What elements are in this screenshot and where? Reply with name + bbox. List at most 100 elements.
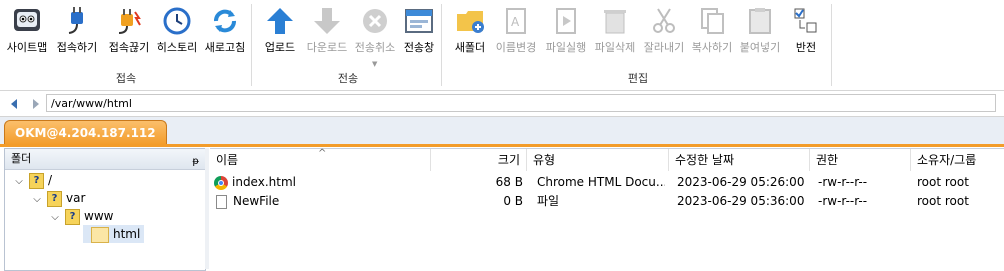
download-button[interactable]: 다운로드 xyxy=(302,4,352,58)
cut-button[interactable]: 잘라내기 xyxy=(640,4,688,58)
copy-button[interactable]: 복사하기 xyxy=(688,4,736,58)
session-tab-label: OKM@4.204.187.112 xyxy=(15,126,156,140)
paste-label: 붙여넣기 xyxy=(739,41,781,54)
path-input[interactable] xyxy=(46,94,996,112)
chevron-down-icon[interactable]: ⌵ xyxy=(13,173,25,191)
copy-icon xyxy=(701,8,724,34)
refresh-label: 새로고침 xyxy=(204,41,246,54)
new-folder-icon xyxy=(457,11,484,33)
folder-tree-pane: 폴더 ᵽ ⌵? / ⌵? var ⌵? www html xyxy=(4,148,206,271)
session-tab-strip: OKM@4.204.187.112 xyxy=(0,117,1004,145)
upload-button[interactable]: 업로드 xyxy=(258,4,302,58)
run-file-icon xyxy=(556,8,576,34)
download-label: 다운로드 xyxy=(306,41,348,54)
cancel-transfer-button[interactable]: 전송취소 ▼ xyxy=(350,4,400,68)
file-size-cell: 68 B xyxy=(495,175,523,189)
disconnect-plug-icon xyxy=(118,9,141,34)
cut-label: 잘라내기 xyxy=(643,41,685,54)
tree-node-www[interactable]: ⌵? www xyxy=(49,207,113,225)
column-header-name[interactable]: 이름 ^ xyxy=(210,148,431,171)
group-label-connect: 접속 xyxy=(115,72,137,85)
column-header-modified[interactable]: 수정한 날짜 xyxy=(669,149,810,171)
file-permissions-cell: -rw-r--r-- xyxy=(818,175,868,189)
tab-accent-line xyxy=(0,144,1004,147)
folder-pane-title: 폴더 xyxy=(11,152,32,165)
svg-text:A: A xyxy=(511,15,520,29)
disconnect-label: 접속끊기 xyxy=(108,41,150,54)
history-label: 히스토리 xyxy=(156,41,198,54)
invert-selection-icon xyxy=(794,8,817,33)
connect-button[interactable]: 접속하기 xyxy=(52,4,102,58)
file-name-cell: NewFile xyxy=(214,192,430,210)
file-name-cell: index.html xyxy=(214,173,430,191)
chevron-down-icon[interactable]: ▼ xyxy=(372,60,377,68)
upload-arrow-icon xyxy=(267,8,293,34)
rename-button[interactable]: A 이름변경 xyxy=(492,4,540,58)
transfer-window-label: 전송창 xyxy=(403,41,435,54)
history-button[interactable]: 히스토리 xyxy=(154,4,200,58)
history-clock-icon xyxy=(163,7,191,35)
unknown-folder-icon: ? xyxy=(47,190,62,207)
refresh-icon xyxy=(214,9,236,33)
folder-pane-header: 폴더 ᵽ xyxy=(5,149,205,170)
unknown-folder-icon: ? xyxy=(29,172,44,189)
group-label-edit: 편집 xyxy=(627,72,649,85)
tree-node-root[interactable]: ⌵? / xyxy=(13,171,52,189)
site-map-button[interactable]: 사이트맵 xyxy=(4,4,50,58)
file-type-cell: 파일 xyxy=(537,194,560,208)
forward-arrow-icon[interactable] xyxy=(30,97,42,111)
pin-icon[interactable]: ᵽ xyxy=(192,152,199,172)
table-row[interactable]: index.html 68 B Chrome HTML Docu... 2023… xyxy=(210,173,1004,192)
ribbon-toolbar: 사이트맵 접속하기 접속끊기 히스토리 새로고침 접속 업로드 다운로드 전송취… xyxy=(0,0,1004,91)
column-header-size[interactable]: 크기 xyxy=(431,149,527,171)
file-owner-cell: root root xyxy=(917,175,969,189)
session-tab[interactable]: OKM@4.204.187.112 xyxy=(4,120,167,145)
new-folder-label: 새폴더 xyxy=(454,41,486,54)
paste-button[interactable]: 붙여넣기 xyxy=(736,4,784,58)
chrome-icon xyxy=(214,175,228,190)
file-size-cell: 0 B xyxy=(503,194,523,208)
delete-file-button[interactable]: 파일삭제 xyxy=(590,4,640,58)
chevron-down-icon[interactable]: ⌵ xyxy=(49,209,61,227)
file-list-pane: 이름 ^ 크기 유형 수정한 날짜 권한 소유자/그룹 index.html 6… xyxy=(210,148,1004,270)
group-divider xyxy=(831,4,832,86)
tree-node-html[interactable]: html xyxy=(83,225,145,243)
cancel-transfer-label: 전송취소 xyxy=(354,41,396,54)
chevron-down-icon[interactable]: ⌵ xyxy=(31,191,43,209)
back-arrow-icon[interactable] xyxy=(8,97,20,111)
sort-ascending-icon: ^ xyxy=(318,148,327,159)
file-type-cell: Chrome HTML Docu... xyxy=(537,175,665,189)
connect-label: 접속하기 xyxy=(56,41,98,54)
invert-selection-button[interactable]: 반전 xyxy=(784,4,828,58)
column-header-permissions[interactable]: 권한 xyxy=(810,149,911,171)
unknown-folder-icon: ? xyxy=(65,208,80,225)
pane-splitter[interactable] xyxy=(205,148,209,269)
rename-label: 이름변경 xyxy=(495,41,537,54)
folder-icon xyxy=(91,226,109,243)
run-file-button[interactable]: 파일실행 xyxy=(540,4,592,58)
group-label-transfer: 전송 xyxy=(337,72,359,85)
tree-node-var[interactable]: ⌵? var xyxy=(31,189,85,207)
file-permissions-cell: -rw-r--r-- xyxy=(818,194,868,208)
tree-node-label: / xyxy=(48,173,53,187)
refresh-button[interactable]: 새로고침 xyxy=(202,4,248,58)
download-arrow-icon xyxy=(314,8,340,34)
tree-node-label: var xyxy=(66,191,86,205)
transfer-window-icon xyxy=(405,9,433,33)
tree-node-label: www xyxy=(84,209,114,223)
address-bar xyxy=(0,92,1004,117)
file-icon xyxy=(216,194,227,209)
delete-file-icon xyxy=(604,10,626,34)
upload-label: 업로드 xyxy=(264,41,296,54)
column-header-owner[interactable]: 소유자/그룹 xyxy=(911,149,1004,171)
column-header-type[interactable]: 유형 xyxy=(527,149,669,171)
copy-label: 복사하기 xyxy=(691,41,733,54)
disconnect-button[interactable]: 접속끊기 xyxy=(104,4,154,58)
table-row[interactable]: NewFile 0 B 파일 2023-06-29 05:36:00 -rw-r… xyxy=(210,192,1004,211)
transfer-window-button[interactable]: 전송창 xyxy=(398,4,440,58)
new-folder-button[interactable]: 새폴더 xyxy=(450,4,490,58)
delete-file-label: 파일삭제 xyxy=(594,41,636,54)
paste-icon xyxy=(749,8,771,34)
group-divider xyxy=(251,4,252,86)
tree-node-label: html xyxy=(113,227,141,241)
